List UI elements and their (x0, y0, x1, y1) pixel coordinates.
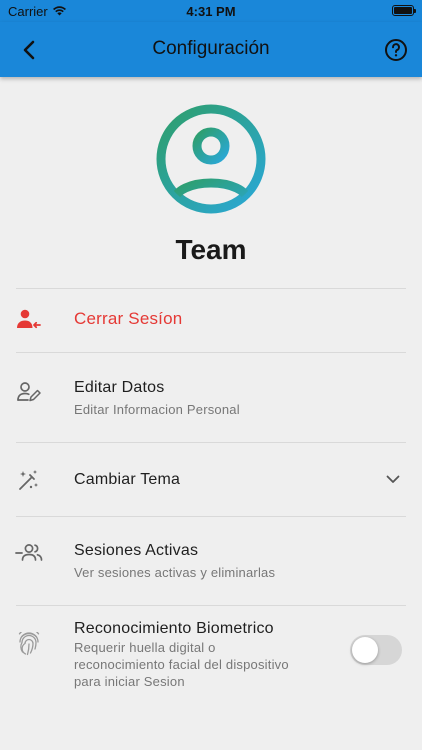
help-button[interactable] (382, 36, 410, 64)
toggle-knob[interactable] (352, 637, 378, 663)
status-right (392, 5, 416, 16)
page-title: Configuración (152, 38, 270, 59)
chevron-down-icon[interactable] (384, 470, 402, 488)
biometric-description-line1: Requerir huella digital o (74, 640, 216, 655)
fingerprint-icon (16, 631, 42, 657)
account-circle-icon (156, 104, 266, 214)
biometric-row: Reconocimiento Biometrico Requerir huell… (0, 606, 422, 701)
help-circle-icon (385, 39, 407, 61)
theme-row[interactable]: Cambiar Tema (0, 443, 422, 516)
person-remove-icon (16, 306, 42, 332)
sessions-label: Sesiones Activas (74, 542, 199, 559)
edit-data-row[interactable]: Editar Datos Editar Informacion Personal (0, 353, 422, 442)
status-time: 4:31 PM (186, 4, 236, 19)
sessions-row[interactable]: Sesiones Activas Ver sesiones activas y … (0, 517, 422, 605)
edit-data-label: Editar Datos (74, 379, 165, 396)
logout-label: Cerrar Sesíon (74, 309, 183, 328)
theme-label: Cambiar Tema (74, 471, 181, 488)
edit-data-description: Editar Informacion Personal (74, 402, 240, 417)
battery-icon (392, 5, 416, 16)
people-icon (14, 539, 44, 565)
avatar (156, 104, 266, 214)
biometric-description-line3: para iniciar Sesion (74, 674, 185, 689)
logout-row[interactable]: Cerrar Sesíon (0, 289, 422, 352)
app-bar: Configuración (0, 22, 422, 77)
profile-name: Team (175, 234, 247, 265)
biometric-toggle[interactable] (350, 635, 402, 665)
biometric-description-line2: reconocimiento facial del dispositivo (74, 657, 289, 672)
theme-wand-icon (16, 467, 42, 493)
sessions-description: Ver sesiones activas y eliminarlas (74, 565, 276, 580)
biometric-label: Reconocimiento Biometrico (74, 620, 274, 637)
status-bar: Carrier 4:31 PM (0, 0, 422, 22)
person-edit-icon (16, 379, 42, 405)
